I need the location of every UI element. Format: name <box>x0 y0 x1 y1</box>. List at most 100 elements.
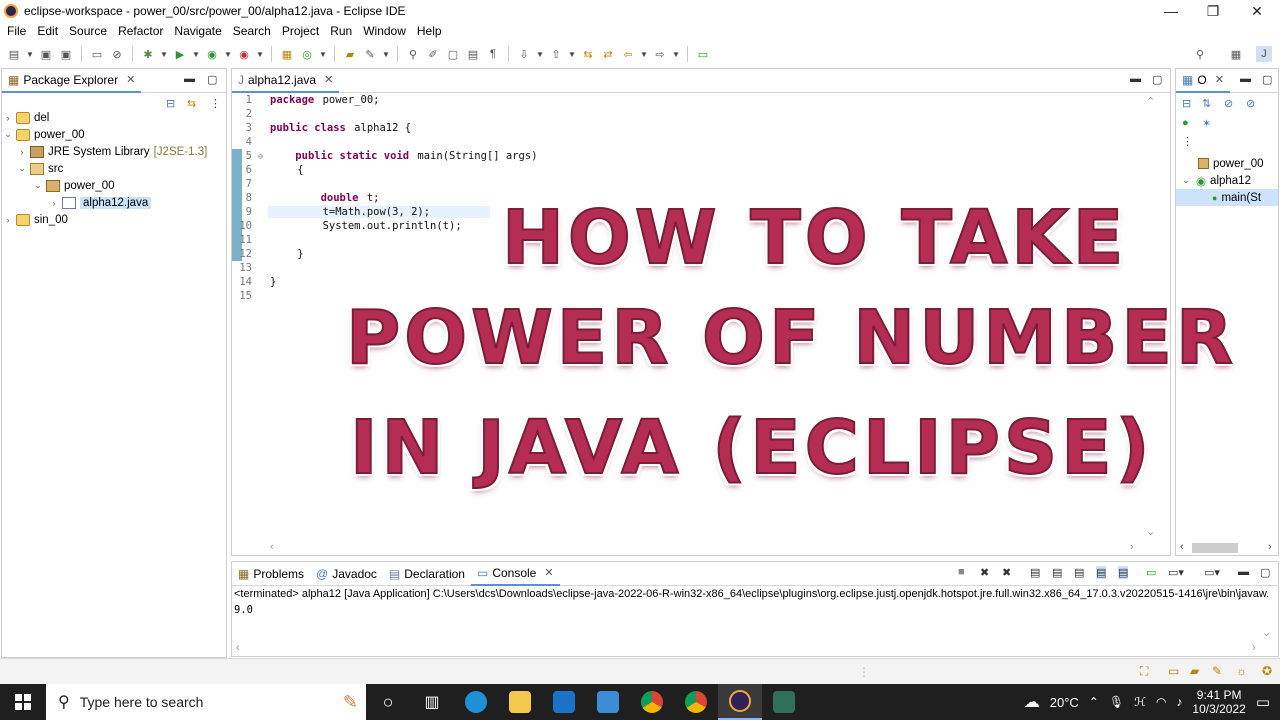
close-icon[interactable]: ✕ <box>1215 73 1224 86</box>
tree-item-src[interactable]: ⌄ src <box>2 160 226 177</box>
menu-refactor[interactable]: Refactor <box>114 24 170 38</box>
notifications-icon[interactable]: ▭ <box>1256 693 1270 711</box>
new-package-icon[interactable]: ▦ <box>279 46 295 62</box>
edge-button[interactable] <box>454 684 498 720</box>
skip-breakpoints-icon[interactable]: ⊘ <box>109 46 125 62</box>
save-all-icon[interactable]: ▣ <box>58 46 74 62</box>
microphone-icon[interactable]: 🎙︎ <box>1109 695 1124 709</box>
word-wrap-icon[interactable]: ▤ <box>1074 566 1084 579</box>
debug-icon[interactable]: ✱ <box>140 46 156 62</box>
fold-collapse-icon[interactable]: ⊖ <box>258 152 268 161</box>
chevron-down-icon[interactable]: ▼ <box>160 46 168 62</box>
new-class-icon[interactable]: ◎ <box>299 46 315 62</box>
outline-item-package[interactable]: power_00 <box>1176 155 1278 172</box>
tree-item-del[interactable]: › del <box>2 109 226 126</box>
console-output[interactable]: 9.0 <box>234 604 253 616</box>
chrome-profile-button[interactable] <box>674 684 718 720</box>
cortana-button[interactable]: ○ <box>366 684 410 720</box>
chevron-down-icon[interactable]: ▼ <box>319 46 327 62</box>
sort-icon[interactable]: ⇅ <box>1202 97 1211 110</box>
mail-button[interactable] <box>542 684 586 720</box>
chevron-down-icon[interactable]: ⌄ <box>2 129 14 140</box>
weather-temp[interactable]: 20°C <box>1050 695 1079 710</box>
clock[interactable]: 9:41 PM 10/3/2022 <box>1192 688 1245 716</box>
close-icon[interactable]: ✕ <box>126 73 135 86</box>
next-annotation-icon[interactable]: ⇩ <box>516 46 532 62</box>
store-button[interactable] <box>586 684 630 720</box>
chevron-right-icon[interactable]: › <box>16 147 28 157</box>
horizontal-scrollbar-thumb[interactable] <box>1192 543 1238 553</box>
pin-console-icon[interactable]: ▭ <box>1146 566 1156 579</box>
remove-launch-icon[interactable]: ✖ <box>980 566 989 579</box>
chevron-down-icon[interactable]: ▼ <box>26 46 34 62</box>
taskbar-search[interactable]: ⚲ Type here to search ✎ <box>46 684 366 720</box>
scroll-right-icon[interactable]: › <box>1268 541 1272 553</box>
hide-nonpublic-icon[interactable]: ● <box>1182 117 1189 129</box>
open-perspective-icon[interactable]: ▦ <box>1228 46 1244 62</box>
last-edit-icon[interactable]: ⇆ <box>580 46 596 62</box>
file-explorer-button[interactable] <box>498 684 542 720</box>
tab-problems[interactable]: ▦ Problems <box>232 562 310 586</box>
scroll-right-icon[interactable]: › <box>1130 541 1134 553</box>
minimize-panel-icon[interactable]: ▬ <box>184 73 195 85</box>
annotation-icon[interactable]: ⚲ <box>405 46 421 62</box>
scroll-up-icon[interactable]: ⌃ <box>1146 95 1155 108</box>
coverage-icon[interactable]: ◉ <box>204 46 220 62</box>
run-icon[interactable]: ▶ <box>172 46 188 62</box>
forward-edit-icon[interactable]: ⇄ <box>600 46 616 62</box>
menu-help[interactable]: Help <box>413 24 449 38</box>
chrome-button[interactable] <box>630 684 674 720</box>
open-console-icon[interactable]: ▭▾ <box>1204 566 1220 579</box>
chevron-down-icon[interactable]: ▼ <box>640 46 648 62</box>
wifi-icon[interactable]: ◠ <box>1156 695 1166 709</box>
hide-local-types-icon[interactable]: ✶ <box>1202 117 1211 130</box>
tab-alpha12-java[interactable]: J alpha12.java ✕ <box>232 69 340 93</box>
java-perspective-icon[interactable]: J <box>1256 46 1272 62</box>
terminal-icon[interactable]: ▭ <box>89 46 105 62</box>
tree-item-package-power00[interactable]: ⌄ power_00 <box>2 177 226 194</box>
status-sun-icon[interactable]: ☼ <box>1236 664 1247 678</box>
chevron-right-icon[interactable]: › <box>2 113 14 123</box>
collapse-all-icon[interactable]: ⊟ <box>1182 97 1191 110</box>
maximize-panel-icon[interactable]: ▢ <box>1152 73 1162 86</box>
status-lightbulb-icon[interactable]: ✪ <box>1262 664 1272 678</box>
chevron-down-icon[interactable]: ▼ <box>672 46 680 62</box>
start-button[interactable] <box>0 684 46 720</box>
chevron-down-icon[interactable]: ▼ <box>192 46 200 62</box>
block-selection-icon[interactable]: ▢ <box>445 46 461 62</box>
close-icon[interactable]: ✕ <box>324 73 333 86</box>
search-tool-icon[interactable]: ✎ <box>362 46 378 62</box>
ime-icon[interactable]: ℋ <box>1134 695 1146 709</box>
mark-occurrences-icon[interactable]: ✐ <box>425 46 441 62</box>
chevron-down-icon[interactable]: ▼ <box>382 46 390 62</box>
forward-icon[interactable]: ⇨ <box>652 46 668 62</box>
task-view-button[interactable]: ▥ <box>410 684 454 720</box>
chevron-down-icon[interactable]: ⌄ <box>1180 175 1192 186</box>
tab-outline[interactable]: ▦ O ✕ <box>1176 69 1230 93</box>
tab-console[interactable]: ▭ Console ✕ <box>470 562 560 586</box>
back-icon[interactable]: ⇦ <box>620 46 636 62</box>
minimize-panel-icon[interactable]: ▬ <box>1130 73 1141 85</box>
word-wrap-icon[interactable]: ▤ <box>465 46 481 62</box>
scroll-left-icon[interactable]: ‹ <box>1180 541 1184 553</box>
scroll-left-icon[interactable]: ‹ <box>270 541 274 553</box>
open-type-icon[interactable]: ▰ <box>342 46 358 62</box>
menu-source[interactable]: Source <box>65 24 114 38</box>
minimize-panel-icon[interactable]: ▬ <box>1238 566 1249 578</box>
tab-package-explorer[interactable]: ▦ Package Explorer ✕ <box>2 69 142 93</box>
scroll-left-icon[interactable]: ‹ <box>236 642 240 654</box>
show-whitespace-icon[interactable]: ¶ <box>485 46 501 62</box>
maximize-panel-icon[interactable]: ▢ <box>1260 566 1270 579</box>
menu-run[interactable]: Run <box>326 24 359 38</box>
chevron-down-icon[interactable]: ⌄ <box>16 163 28 174</box>
tree-item-power00[interactable]: ⌄ power_00 <box>2 126 226 143</box>
tree-item-jre-library[interactable]: › JRE System Library [J2SE-1.3] <box>2 143 226 160</box>
remove-all-terminated-icon[interactable]: ✖ <box>1002 566 1011 579</box>
show-hidden-icons-icon[interactable]: ⌃ <box>1089 695 1099 709</box>
tree-item-sin00[interactable]: › sin_00 <box>2 211 226 228</box>
save-icon[interactable]: ▣ <box>38 46 54 62</box>
tab-declaration[interactable]: ▤ Declaration <box>383 562 471 586</box>
scroll-down-icon[interactable]: ⌄ <box>1146 525 1155 538</box>
status-wand-icon[interactable]: ✎ <box>1212 664 1222 678</box>
close-icon[interactable]: ✕ <box>544 566 553 579</box>
